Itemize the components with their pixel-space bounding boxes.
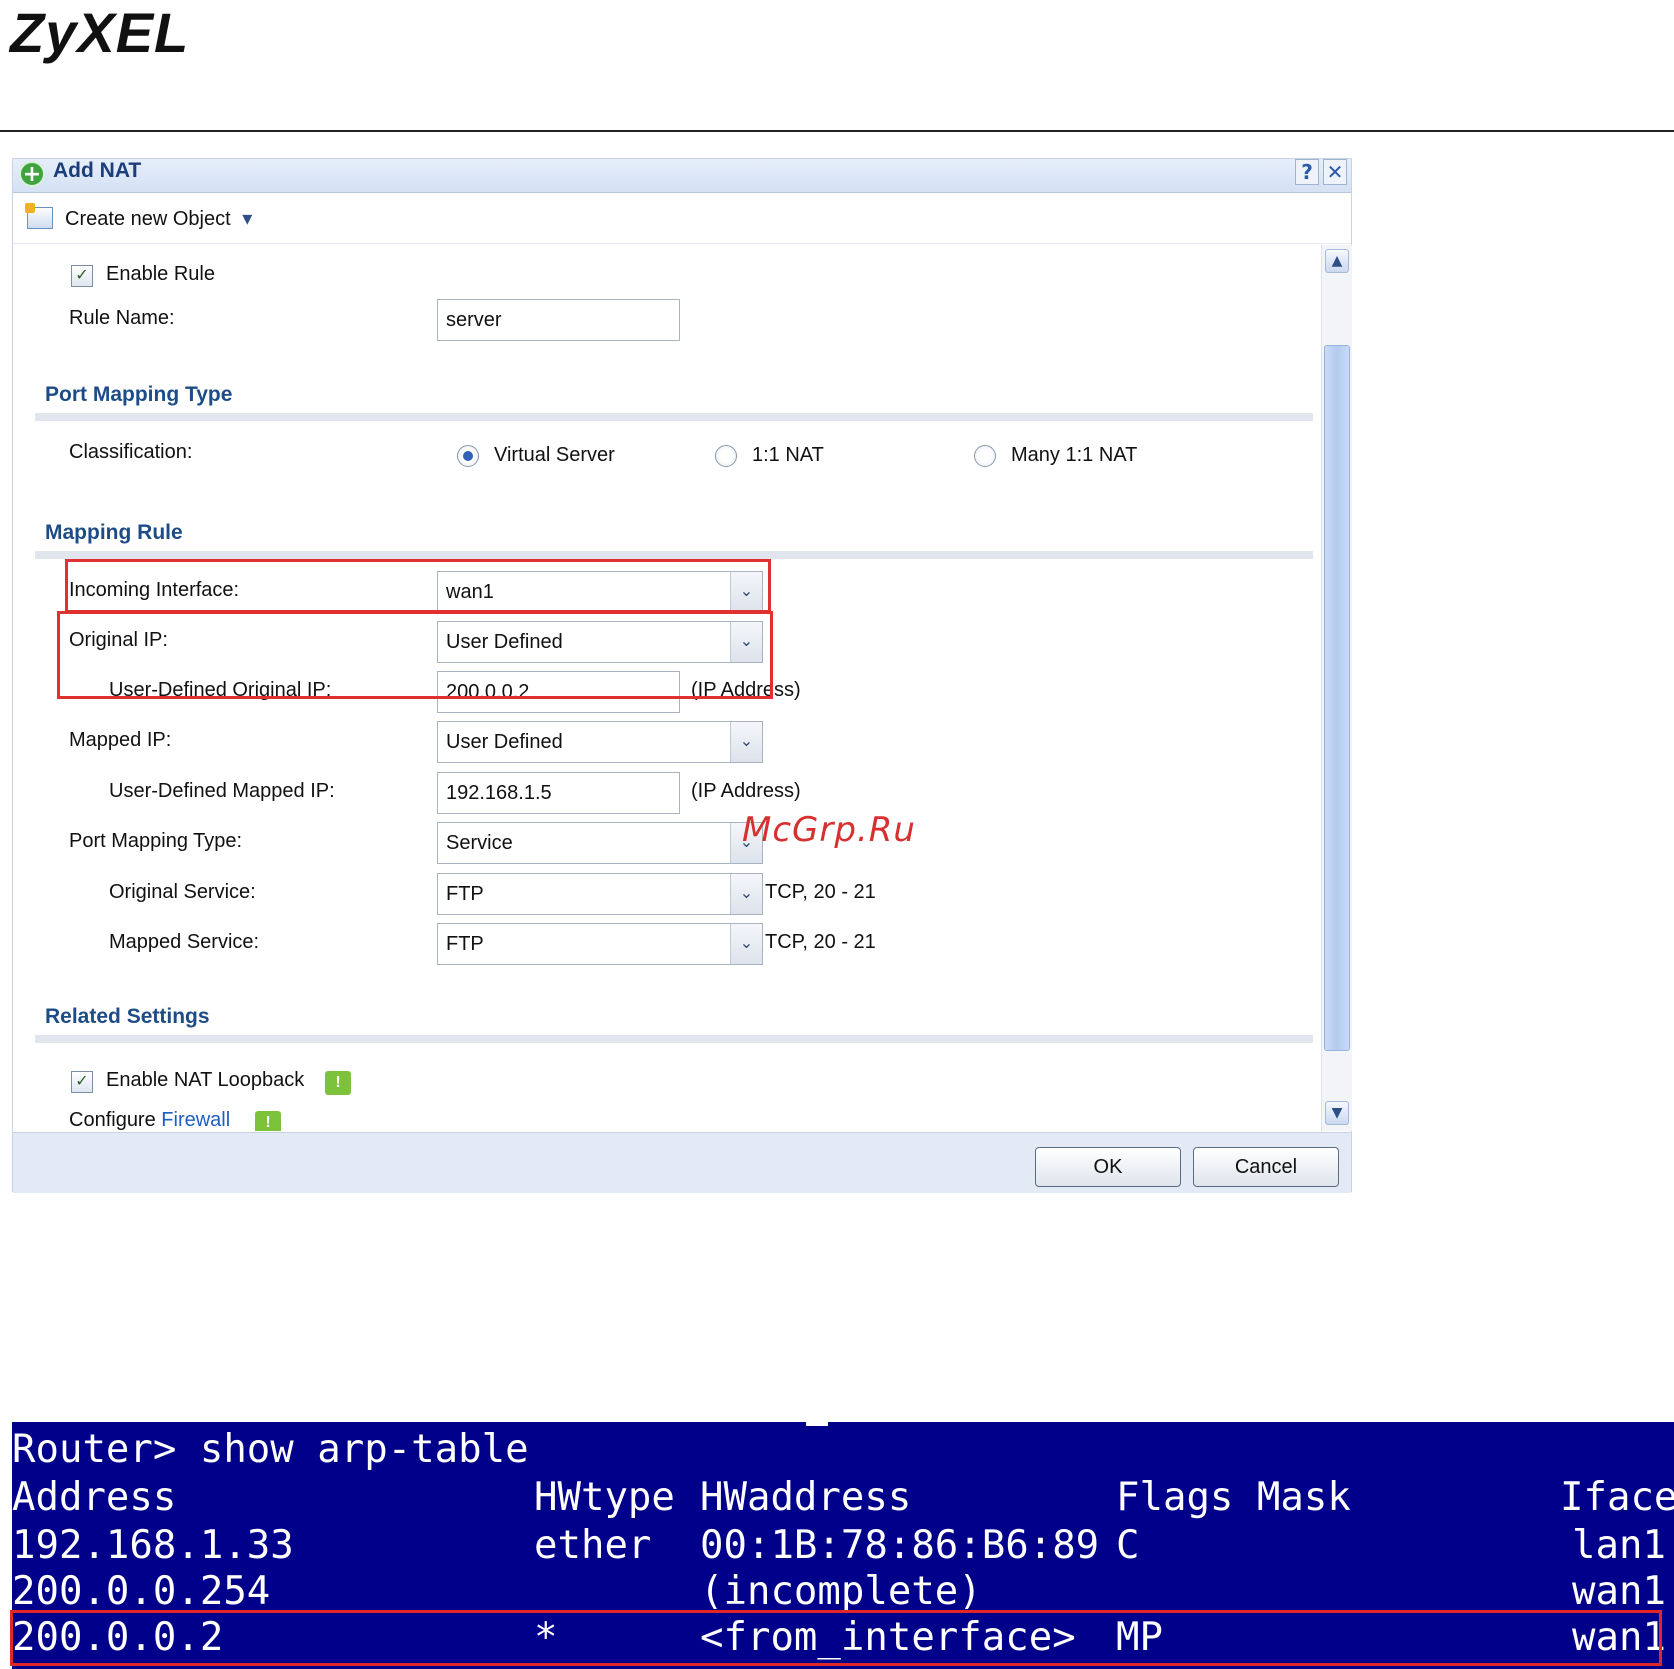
warning-icon: !: [255, 1111, 281, 1131]
port-mapping-type-label: Port Mapping Type:: [69, 830, 243, 852]
firewall-link[interactable]: Firewall: [161, 1109, 230, 1131]
arp-hwaddress: 00:1B:78:86:B6:89: [700, 1523, 1100, 1568]
radio-virtual-server[interactable]: [457, 445, 479, 467]
original-service-value: FTP: [446, 883, 484, 905]
create-object-icon: [25, 203, 53, 229]
arp-iface: wan1: [1572, 1569, 1666, 1614]
section-divider: [35, 551, 1313, 559]
terminal-header-row: Address HWtype HWaddress Flags Mask Ifac…: [12, 1474, 1674, 1522]
classification-label: Classification:: [69, 441, 193, 463]
mapped-service-hint: TCP, 20 - 21: [765, 931, 876, 953]
header-address: Address: [12, 1475, 177, 1520]
original-service-label: Original Service:: [109, 881, 256, 903]
cancel-button[interactable]: Cancel: [1193, 1147, 1339, 1187]
header-flags-mask: Flags Mask: [1116, 1475, 1351, 1520]
ok-button[interactable]: OK: [1035, 1147, 1181, 1187]
dialog-content: ✓ Enable Rule Rule Name: server Port Map…: [13, 245, 1321, 1131]
section-divider: [35, 413, 1313, 421]
ip-address-hint: (IP Address): [691, 780, 801, 802]
mapped-ip-label: Mapped IP:: [69, 729, 172, 751]
add-nat-dialog: + Add NAT ? ✕ Create new Object ▾ ✓ Enab…: [12, 158, 1352, 1193]
highlight-original-ip: [57, 611, 773, 699]
arp-row: 192.168.1.33 ether 00:1B:78:86:B6:89 C l…: [12, 1522, 1674, 1570]
port-mapping-type-select[interactable]: Service ⌄: [437, 822, 763, 864]
chevron-down-icon[interactable]: ⌄: [730, 924, 762, 964]
radio-one-to-one-nat-label: 1:1 NAT: [752, 444, 824, 466]
arp-hwtype: ether: [534, 1523, 652, 1568]
enable-rule-label: Enable Rule: [106, 263, 215, 285]
scroll-up-icon[interactable]: ▲: [1325, 249, 1349, 273]
section-port-mapping-type: Port Mapping Type: [45, 383, 233, 406]
vertical-scrollbar[interactable]: ▲ ▼: [1321, 245, 1352, 1131]
highlight-arp-row: [10, 1610, 1662, 1666]
arp-flags: C: [1116, 1523, 1140, 1568]
enable-nat-loopback-checkbox[interactable]: ✓: [71, 1071, 93, 1093]
warning-icon: !: [325, 1071, 351, 1095]
dialog-titlebar: + Add NAT ? ✕: [13, 159, 1351, 193]
section-related-settings: Related Settings: [45, 1005, 210, 1028]
mapped-ip-value: User Defined: [446, 731, 563, 753]
mapped-service-value: FTP: [446, 933, 484, 955]
chevron-down-icon[interactable]: ⌄: [730, 722, 762, 762]
rule-name-input[interactable]: server: [437, 299, 680, 341]
radio-one-to-one-nat[interactable]: [715, 445, 737, 467]
enable-nat-loopback-label: Enable NAT Loopback: [106, 1069, 305, 1091]
dialog-title: Add NAT: [53, 159, 142, 182]
mapped-service-label: Mapped Service:: [109, 931, 260, 953]
chevron-down-icon[interactable]: ⌄: [730, 874, 762, 914]
terminal-command: Router> show arp-table: [12, 1427, 529, 1472]
header-hwaddress: HWaddress: [700, 1475, 912, 1520]
section-mapping-rule: Mapping Rule: [45, 521, 183, 544]
user-defined-mapped-ip-input[interactable]: 192.168.1.5: [437, 772, 680, 814]
header-hwtype: HWtype: [534, 1475, 675, 1520]
close-button[interactable]: ✕: [1323, 159, 1347, 185]
header-iface: Iface: [1560, 1475, 1674, 1520]
create-new-object-menu[interactable]: Create new Object ▾: [65, 206, 252, 231]
user-defined-mapped-ip-label: User-Defined Mapped IP:: [109, 780, 335, 802]
create-new-object-label: Create new Object: [65, 208, 231, 230]
header-rule: [0, 130, 1674, 132]
configure-label: Configure: [69, 1109, 162, 1131]
arp-hwaddress: (incomplete): [700, 1569, 982, 1614]
help-button[interactable]: ?: [1295, 159, 1319, 185]
watermark: McGrp.Ru: [742, 810, 916, 850]
section-divider: [35, 1035, 1313, 1043]
rule-name-label: Rule Name:: [69, 307, 175, 329]
add-circle-icon: +: [19, 161, 45, 187]
enable-rule-checkbox[interactable]: ✓: [71, 265, 93, 287]
dialog-footer: OK Cancel: [13, 1132, 1351, 1193]
arp-row: 200.0.0.254 (incomplete) wan1: [12, 1568, 1674, 1616]
original-service-hint: TCP, 20 - 21: [765, 881, 876, 903]
arp-iface: lan1: [1572, 1523, 1666, 1568]
scroll-thumb[interactable]: [1324, 345, 1350, 1051]
terminal-cursor: [806, 1422, 828, 1426]
mapped-service-select[interactable]: FTP ⌄: [437, 923, 763, 965]
dialog-toolbar: Create new Object ▾: [13, 194, 1351, 244]
caret-down-icon: ▾: [242, 208, 253, 230]
arp-address: 192.168.1.33: [12, 1523, 294, 1568]
scroll-down-icon[interactable]: ▼: [1325, 1101, 1349, 1125]
highlight-incoming-interface: [65, 559, 771, 613]
zyxel-logo: ZyXEL: [10, 1, 190, 64]
radio-virtual-server-label: Virtual Server: [494, 444, 615, 466]
original-service-select[interactable]: FTP ⌄: [437, 873, 763, 915]
radio-many-one-to-one-nat-label: Many 1:1 NAT: [1011, 444, 1138, 466]
mapped-ip-select[interactable]: User Defined ⌄: [437, 721, 763, 763]
radio-many-one-to-one-nat[interactable]: [974, 445, 996, 467]
configure-firewall-text: Configure Firewall: [69, 1109, 230, 1131]
arp-address: 200.0.0.254: [12, 1569, 271, 1614]
port-mapping-type-value: Service: [446, 832, 513, 854]
